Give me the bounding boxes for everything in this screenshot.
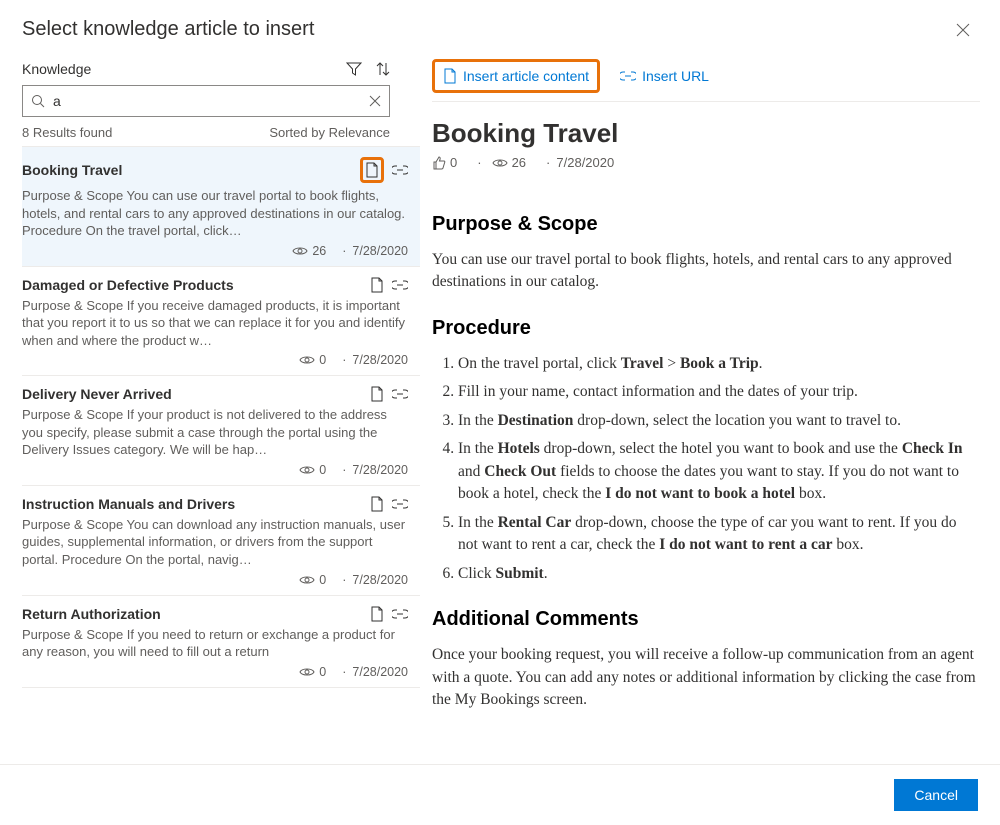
result-snippet: Purpose & Scope If you receive damaged p… — [22, 297, 408, 350]
insert-content-action[interactable] — [365, 162, 379, 178]
result-title: Booking Travel — [22, 162, 122, 178]
results-count: 8 Results found — [22, 125, 112, 140]
knowledge-header: Knowledge — [22, 61, 420, 77]
insert-content-action[interactable] — [370, 386, 384, 402]
sort-label: Sorted by Relevance — [269, 125, 390, 140]
result-snippet: Purpose & Scope You can download any ins… — [22, 516, 408, 569]
result-item[interactable]: Damaged or Defective Products Purpose & S… — [22, 267, 420, 377]
result-date: 7/28/2020 — [336, 353, 408, 367]
result-title: Damaged or Defective Products — [22, 277, 234, 293]
result-views: 0 — [299, 573, 326, 587]
insert-url-action[interactable] — [392, 165, 408, 175]
result-item[interactable]: Return Authorization Purpose & Scope If y… — [22, 596, 420, 688]
close-icon — [956, 23, 970, 37]
insert-content-action[interactable] — [370, 496, 384, 512]
document-icon — [443, 68, 457, 84]
search-meta: 8 Results found Sorted by Relevance — [22, 125, 420, 146]
dialog-title: Select knowledge article to insert — [22, 18, 314, 41]
result-item[interactable]: Instruction Manuals and Drivers Purpose &… — [22, 486, 420, 596]
knowledge-label: Knowledge — [22, 61, 91, 77]
filter-icon — [346, 62, 362, 76]
search-icon — [31, 94, 45, 108]
result-snippet: Purpose & Scope You can use our travel p… — [22, 187, 408, 240]
dialog-header: Select knowledge article to insert — [0, 0, 1000, 51]
insert-url-action[interactable] — [392, 609, 408, 619]
clear-search-button[interactable] — [369, 95, 381, 107]
result-item[interactable]: Delivery Never Arrived Purpose & Scope If… — [22, 376, 420, 486]
sort-icon — [376, 61, 390, 77]
insert-url-label: Insert URL — [642, 68, 709, 84]
dialog-footer: Cancel — [0, 765, 1000, 825]
likes-meta: 0 — [432, 155, 457, 170]
result-views: 0 — [299, 665, 326, 679]
result-date: 7/28/2020 — [336, 665, 408, 679]
eye-icon — [492, 158, 508, 168]
result-views: 0 — [299, 463, 326, 477]
result-date: 7/28/2020 — [336, 244, 408, 258]
knowledge-header-actions — [346, 61, 390, 77]
search-box[interactable] — [22, 85, 390, 117]
result-snippet: Purpose & Scope If you need to return or… — [22, 626, 408, 661]
insert-url-action[interactable] — [392, 389, 408, 399]
close-icon — [369, 95, 381, 107]
article-body: Purpose & ScopeYou can use our travel po… — [432, 190, 980, 724]
filter-button[interactable] — [346, 61, 362, 77]
result-date: 7/28/2020 — [336, 573, 408, 587]
result-views: 26 — [292, 244, 326, 258]
article-meta: 0 26 7/28/2020 — [432, 155, 980, 170]
insert-content-highlight — [360, 157, 384, 183]
results-list[interactable]: Booking Travel Purpose & Scope You can us… — [22, 146, 420, 764]
insert-content-action[interactable] — [370, 277, 384, 293]
right-panel: Insert article content Insert URL Bookin… — [420, 51, 1000, 764]
insert-url-action[interactable] — [392, 499, 408, 509]
dialog-body: Knowledge — [0, 51, 1000, 765]
result-title: Delivery Never Arrived — [22, 386, 172, 402]
result-snippet: Purpose & Scope If your product is not d… — [22, 406, 408, 459]
cancel-button[interactable]: Cancel — [894, 779, 978, 811]
close-button[interactable] — [948, 19, 978, 41]
article-date: 7/28/2020 — [540, 155, 614, 170]
insert-article-content-button[interactable]: Insert article content — [437, 64, 595, 88]
likes-count: 0 — [450, 155, 457, 170]
insert-url-action[interactable] — [392, 280, 408, 290]
article-toolbar: Insert article content Insert URL — [432, 51, 980, 102]
result-title: Instruction Manuals and Drivers — [22, 496, 235, 512]
link-icon — [620, 71, 636, 81]
result-date: 7/28/2020 — [336, 463, 408, 477]
dialog: Select knowledge article to insert Knowl… — [0, 0, 1000, 825]
result-views: 0 — [299, 353, 326, 367]
insert-content-label: Insert article content — [463, 68, 589, 84]
article-title: Booking Travel — [432, 118, 980, 149]
thumbs-up-icon — [432, 156, 446, 170]
result-title: Return Authorization — [22, 606, 161, 622]
views-meta: 26 — [471, 155, 526, 170]
search-input[interactable] — [51, 92, 369, 110]
views-count: 26 — [512, 155, 526, 170]
insert-content-action[interactable] — [370, 606, 384, 622]
left-panel: Knowledge — [0, 51, 420, 764]
insert-content-highlight: Insert article content — [432, 59, 600, 93]
sort-button[interactable] — [376, 61, 390, 77]
insert-url-button[interactable]: Insert URL — [614, 64, 715, 88]
result-item[interactable]: Booking Travel Purpose & Scope You can us… — [22, 147, 420, 267]
